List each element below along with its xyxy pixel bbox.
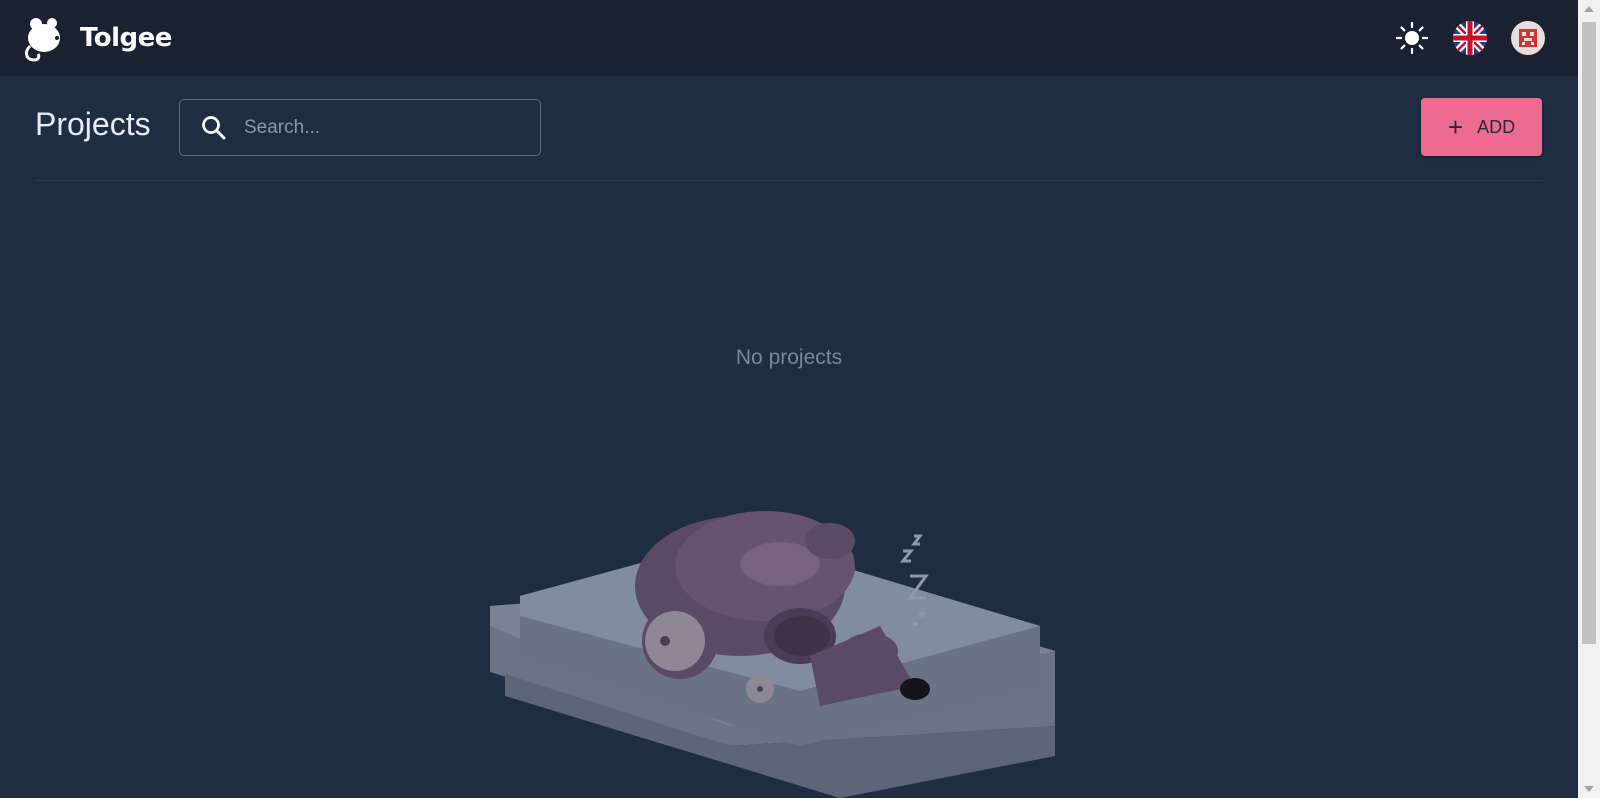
scroll-thumb[interactable]: [1582, 22, 1596, 644]
brand-link[interactable]: Tolgee: [22, 12, 172, 64]
uk-flag-icon: [1453, 21, 1487, 55]
vertical-scrollbar[interactable]: [1578, 0, 1600, 798]
brand-name: Tolgee: [80, 23, 172, 53]
page-title: Projects: [35, 106, 151, 142]
projects-page: Projects + ADD No projects: [0, 76, 1578, 798]
tolgee-logo-icon: [25, 18, 60, 62]
divider: [35, 180, 1542, 181]
plus-icon: +: [1447, 112, 1464, 142]
language-selector-button[interactable]: [1450, 18, 1490, 58]
sleeping-mouse-illustration: [490, 511, 1055, 798]
user-menu-button[interactable]: [1508, 18, 1548, 58]
add-button-label: ADD: [1477, 116, 1516, 137]
avatar-icon: [1511, 21, 1545, 55]
theme-toggle-button[interactable]: [1392, 18, 1432, 58]
scroll-up-arrow[interactable]: [1584, 6, 1594, 12]
scroll-down-arrow[interactable]: [1584, 786, 1594, 792]
empty-state-message: No projects: [735, 346, 843, 369]
sun-icon: [1395, 21, 1429, 55]
top-bar: Tolgee: [0, 0, 1578, 76]
search-input[interactable]: [242, 115, 526, 140]
add-project-button[interactable]: + ADD: [1421, 98, 1542, 156]
search-icon: [202, 115, 226, 139]
search-box[interactable]: [179, 99, 541, 156]
